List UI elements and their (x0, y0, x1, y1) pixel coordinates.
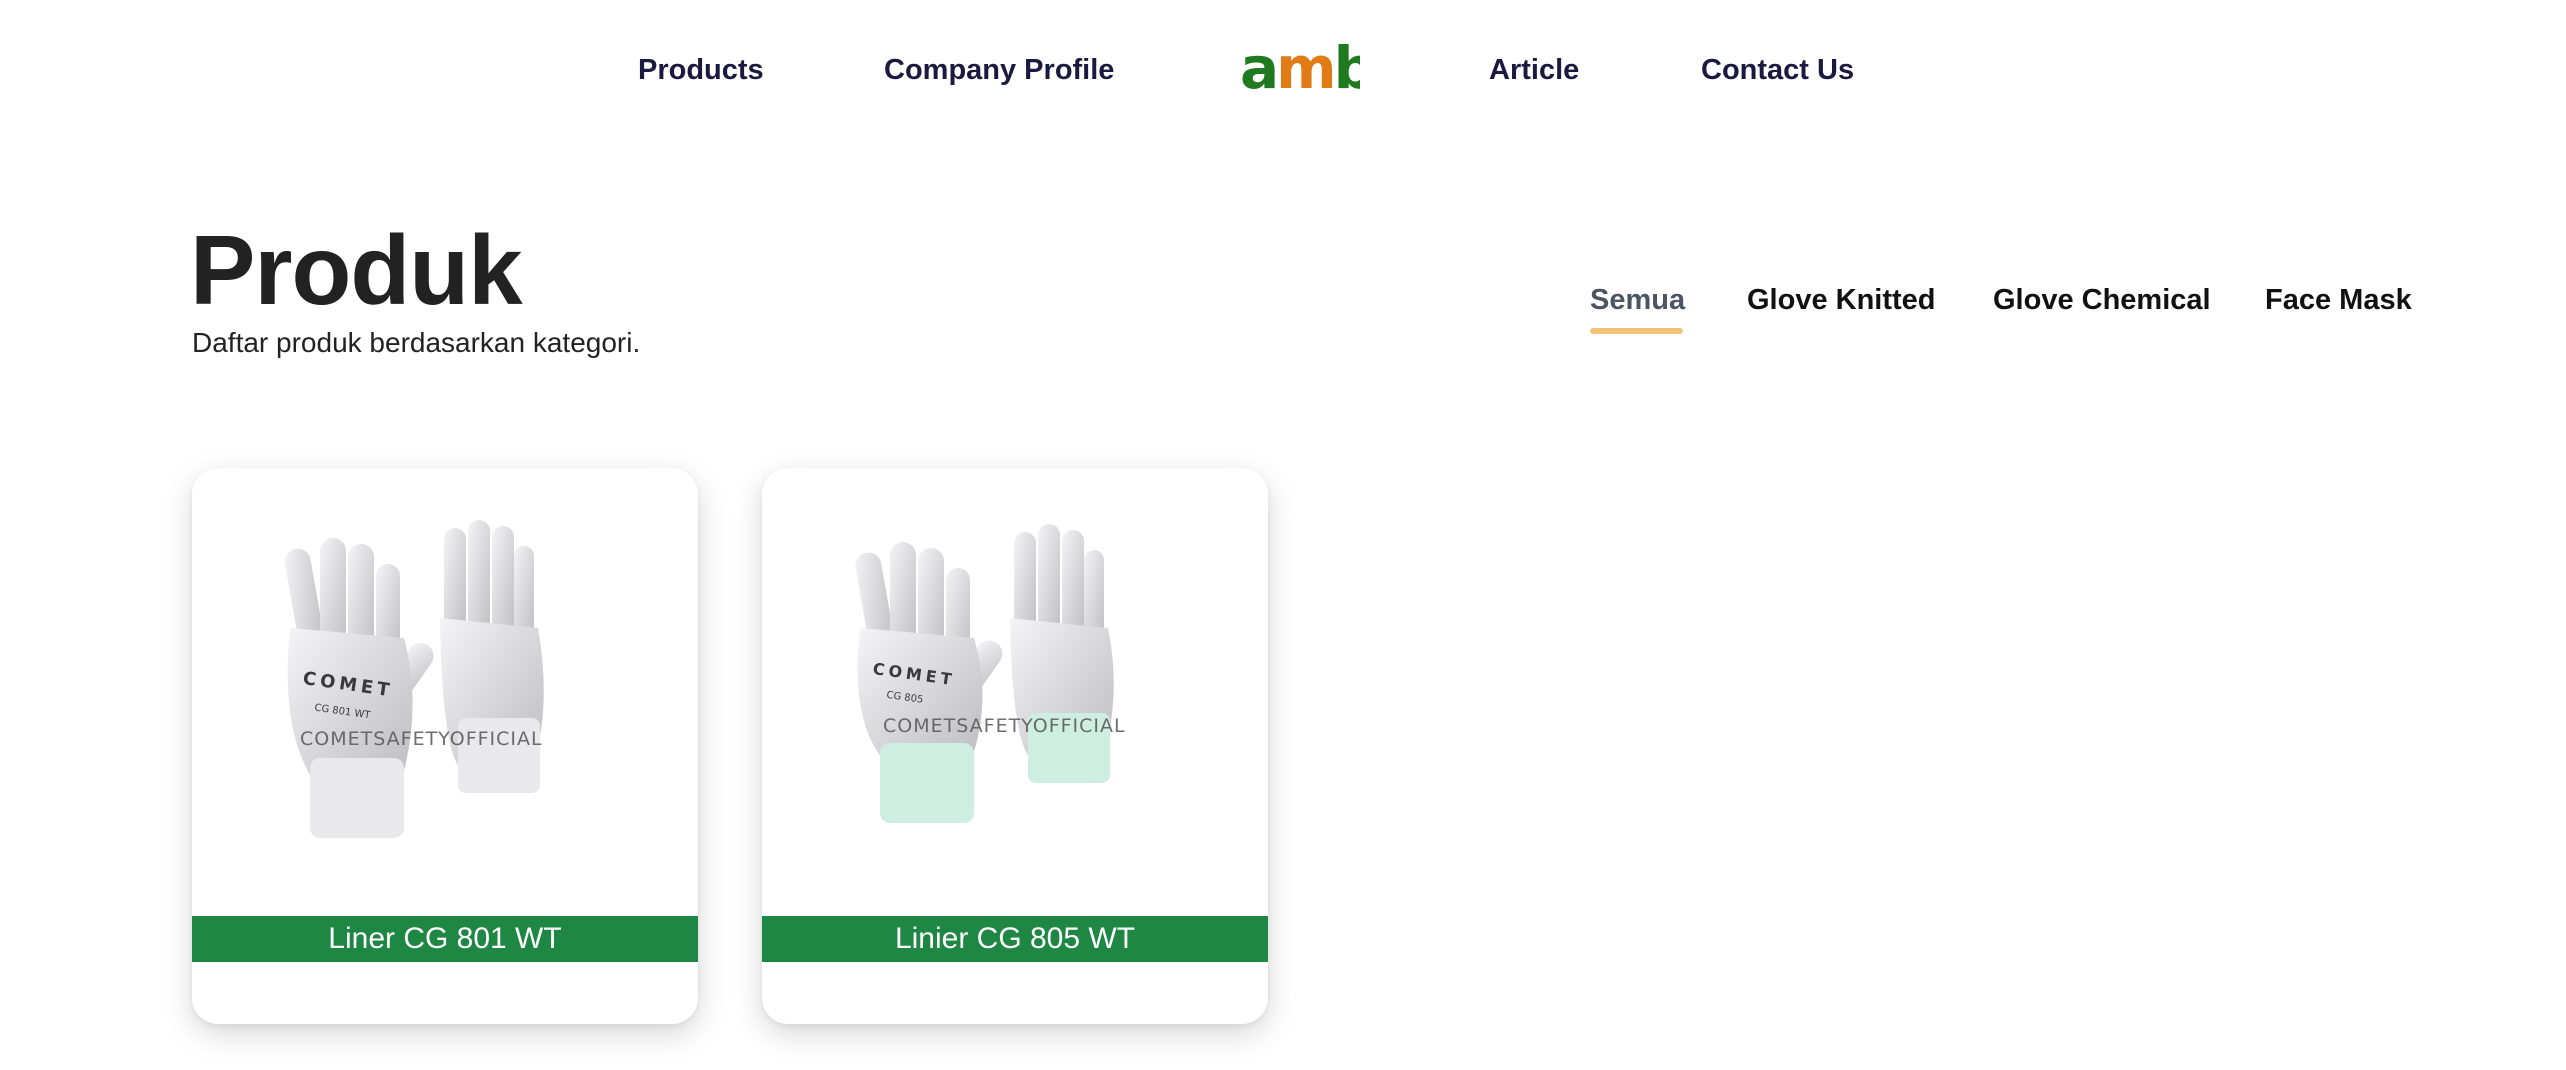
logo-letter-m: m (1276, 42, 1333, 98)
tab-glove-chemical[interactable]: Glove Chemical (1993, 280, 2211, 320)
logo-letter-a: a (1240, 42, 1276, 98)
nav-article[interactable]: Article (1489, 50, 1579, 90)
nav-company-profile[interactable]: Company Profile (884, 50, 1114, 90)
product-image-gloves: COMET CG 801 WT (284, 520, 544, 838)
page-title: Produk (190, 215, 523, 325)
page-subtitle: Daftar produk berdasarkan kategori. (192, 327, 641, 358)
logo-letter-b: b (1334, 42, 1360, 98)
top-navigation: Products Company Profile amb Article Con… (0, 0, 2566, 140)
nav-contact-us[interactable]: Contact Us (1701, 50, 1854, 90)
product-name[interactable]: Liner CG 801 WT (192, 916, 698, 962)
product-name[interactable]: Linier CG 805 WT (762, 916, 1268, 962)
product-card[interactable]: COMET CG 801 WT COMETSAFETYOFFICIAL Line… (192, 468, 698, 1024)
tab-face-mask[interactable]: Face Mask (2265, 280, 2412, 320)
tab-glove-knitted[interactable]: Glove Knitted (1747, 280, 1936, 320)
nav-products[interactable]: Products (638, 50, 764, 90)
product-image-gloves: COMET CG 805 (855, 524, 1114, 823)
watermark-text: COMETSAFETYOFFICIAL (883, 715, 1126, 737)
tab-semua[interactable]: Semua (1590, 280, 1685, 320)
amb-logo[interactable]: amb (1240, 42, 1360, 98)
active-tab-indicator (1590, 328, 1683, 334)
svg-text:amb: amb (1240, 42, 1360, 98)
watermark-text: COMETSAFETYOFFICIAL (300, 728, 543, 750)
product-card[interactable]: COMET CG 805 COMETSAFETYOFFICIAL Linier … (762, 468, 1268, 1024)
